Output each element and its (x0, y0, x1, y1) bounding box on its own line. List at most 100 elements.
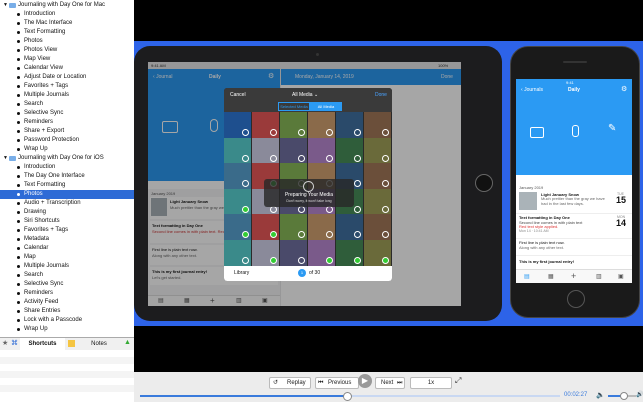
iphone-settings-icon[interactable]: ⚙ (621, 85, 627, 93)
photo-thumbnail[interactable] (280, 214, 307, 240)
sidebar-item[interactable]: Search (0, 271, 134, 280)
photo-thumbnail[interactable] (224, 188, 251, 215)
photo-thumbnail[interactable] (252, 239, 279, 266)
iphone-back-button[interactable]: ‹ Journals (521, 87, 543, 93)
photo-thumbnail[interactable] (252, 214, 279, 240)
disclosure-triangle-icon[interactable]: ▼ (3, 1, 8, 10)
photo-thumbnail[interactable] (280, 137, 307, 164)
photo-thumbnail[interactable] (308, 137, 335, 164)
sidebar-item[interactable]: Favorites + Tags (0, 82, 134, 91)
photo-thumbnail[interactable] (224, 137, 251, 164)
photo-thumbnail[interactable] (364, 239, 391, 266)
photo-thumbnail[interactable] (364, 137, 391, 164)
photo-thumbnail[interactable] (336, 239, 363, 266)
photo-thumbnail[interactable] (308, 239, 335, 266)
photo-thumbnail[interactable] (308, 214, 335, 240)
sidebar-item[interactable]: Photos View (0, 46, 134, 55)
sidebar-item[interactable]: Lock with a Passcode (0, 316, 134, 325)
tab-notes[interactable]: Notes (78, 338, 120, 350)
sidebar-item[interactable]: Text Formatting (0, 28, 134, 37)
sidebar-item[interactable]: Introduction (0, 10, 134, 19)
sidebar-item[interactable]: Reminders (0, 289, 134, 298)
timeline-icon[interactable]: ▥ (596, 273, 602, 280)
volume-icon[interactable]: 🔈 (596, 391, 605, 399)
sidebar-item[interactable]: The Day One Interface (0, 172, 134, 181)
photo-thumbnail[interactable] (364, 214, 391, 240)
progress-handle[interactable] (342, 392, 352, 401)
sidebar-item[interactable]: Introduction (0, 163, 134, 172)
library-label[interactable]: Library (234, 270, 249, 276)
sidebar-group[interactable]: ▼ Journaling with Day One for Mac (0, 1, 134, 10)
previous-button[interactable]: ⏮ Previous (315, 377, 359, 389)
photo-thumbnail[interactable] (224, 214, 251, 240)
sidebar-item[interactable]: The Mac Interface (0, 19, 134, 28)
photo-thumbnail[interactable] (280, 112, 307, 138)
sidebar-item[interactable]: Siri Shortcuts (0, 217, 134, 226)
sidebar-item[interactable]: Calendar (0, 244, 134, 253)
iphone-entry-0[interactable]: Light January Snow Much prettier than th… (516, 191, 632, 214)
sidebar-group[interactable]: ▼ Journaling with Day One for iOS (0, 154, 134, 163)
fullscreen-icon[interactable]: ⤢ (455, 376, 461, 386)
photo-thumbnail[interactable] (336, 112, 363, 138)
upload-icon[interactable]: ▲ (124, 339, 131, 346)
sidebar-item[interactable]: Adjust Date or Location (0, 73, 134, 82)
sidebar-item[interactable]: Password Protection (0, 136, 134, 145)
grid-icon[interactable]: ▦ (548, 273, 554, 280)
photo-thumbnail[interactable] (280, 239, 307, 266)
photo-thumbnail[interactable] (364, 112, 391, 138)
sidebar-item[interactable]: Wrap Up (0, 325, 134, 334)
sidebar-item[interactable]: Photos (0, 37, 134, 46)
sidebar-item[interactable]: Activity Feed (0, 298, 134, 307)
iphone-entry-2[interactable]: First line is plain text now. Along with… (516, 239, 632, 256)
calendar-icon[interactable]: ▣ (618, 273, 624, 280)
sidebar-item[interactable]: Selective Sync (0, 280, 134, 289)
photo-thumbnail[interactable] (224, 239, 251, 266)
sidebar-item[interactable]: Multiple Journals (0, 262, 134, 271)
photo-thumbnail[interactable] (252, 137, 279, 164)
sidebar-item[interactable]: Text Formatting (0, 181, 134, 190)
iphone-entry-3[interactable]: This is my first journal entry! (516, 256, 632, 268)
list-icon[interactable]: ▤ (524, 273, 530, 280)
star-icon[interactable]: ★ (2, 339, 8, 347)
microphone-icon[interactable] (572, 125, 579, 137)
iphone-entry-1[interactable]: Text formatting in Day One Second line c… (516, 214, 632, 239)
segment-selected-media[interactable]: Selected Media (278, 102, 310, 111)
sidebar-item[interactable]: Wrap Up (0, 145, 134, 154)
sidebar-item[interactable]: Multiple Journals (0, 91, 134, 100)
photo-thumbnail[interactable] (364, 163, 391, 189)
sidebar-item[interactable]: Favorites + Tags (0, 226, 134, 235)
tab-shortcuts[interactable]: Shortcuts (20, 338, 65, 350)
add-icon[interactable]: + (571, 271, 576, 281)
sidebar-item[interactable]: Share + Export (0, 127, 134, 136)
picker-done-button[interactable]: Done (375, 92, 387, 98)
sidebar-item[interactable]: Selective Sync (0, 109, 134, 118)
sidebar-item[interactable]: Metadata (0, 235, 134, 244)
photo-thumbnail[interactable] (224, 163, 251, 189)
play-button[interactable]: ▶ (358, 374, 372, 388)
sidebar-item[interactable]: Reminders (0, 118, 134, 127)
camera-icon[interactable] (530, 127, 544, 138)
sidebar-item[interactable]: Search (0, 100, 134, 109)
sidebar-item[interactable]: Drawing (0, 208, 134, 217)
photo-thumbnail[interactable] (308, 112, 335, 138)
sidebar-item[interactable]: Calendar View (0, 64, 134, 73)
sidebar-item[interactable]: Map (0, 253, 134, 262)
replay-button[interactable]: ↺ Replay (269, 377, 311, 389)
picker-cancel-button[interactable]: Cancel (230, 92, 246, 98)
sidebar-item[interactable]: Share Entries (0, 307, 134, 316)
sidebar-item[interactable]: Map View (0, 55, 134, 64)
photo-thumbnail[interactable] (224, 112, 251, 138)
speed-selector[interactable]: 1x (410, 377, 452, 389)
photo-thumbnail[interactable] (364, 188, 391, 215)
next-button[interactable]: Next ⏭ (375, 377, 405, 389)
segment-all-media[interactable]: All Media (310, 102, 342, 111)
photo-thumbnail[interactable] (336, 214, 363, 240)
photo-thumbnail[interactable] (252, 112, 279, 138)
picker-title-dropdown[interactable]: All Media ⌄ (292, 92, 318, 98)
sidebar-item[interactable]: Photos (0, 190, 134, 199)
volume-handle[interactable] (620, 392, 629, 400)
pencil-icon[interactable]: ✎ (608, 123, 616, 134)
photo-thumbnail[interactable] (336, 137, 363, 164)
disclosure-triangle-icon[interactable]: ▼ (3, 154, 8, 163)
sidebar-item[interactable]: Audio + Transcription (0, 199, 134, 208)
